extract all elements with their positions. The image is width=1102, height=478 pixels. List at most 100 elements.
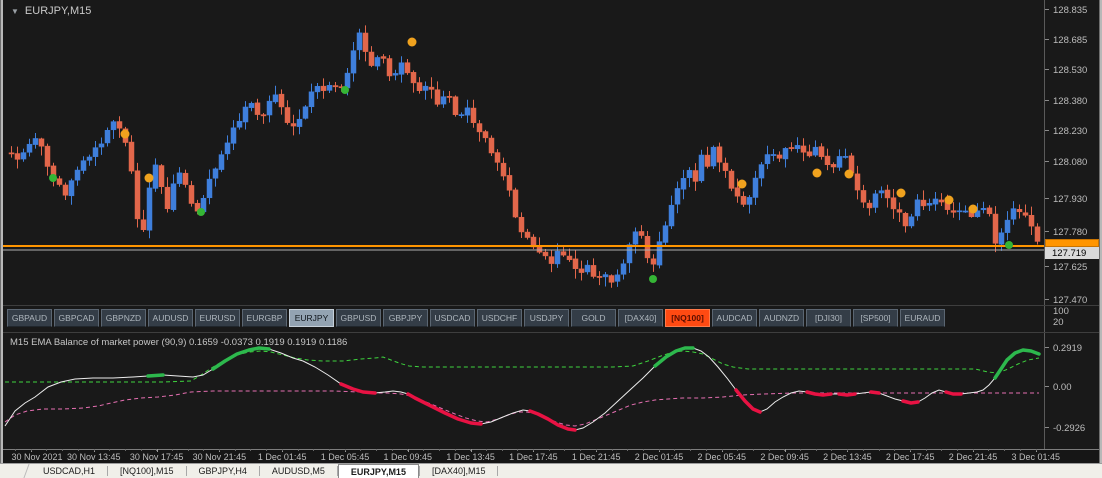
time-axis-label: 1 Dec 17:45 [509,452,558,462]
candle [458,112,465,119]
candle [242,101,249,130]
indicator-pane[interactable]: M15 EMA Balance of market power (90,9) 0… [3,332,1099,449]
candle [434,81,441,107]
symbol-button-eurgbp[interactable]: EURGBP [242,309,287,327]
symbol-button-dji30[interactable]: [DJI30] [806,309,851,327]
candle [62,182,69,201]
candle [428,77,435,99]
time-axis-minor-tick [784,449,785,451]
symbol-button-nq100[interactable]: [NQ100] [665,309,710,327]
time-axis-minor-tick [313,449,314,451]
symbol-button-gold[interactable]: GOLD [571,309,616,327]
time-axis-minor-tick [549,449,550,451]
time-axis-label: 30 Nov 2021 [11,452,63,462]
chart-tab-usdcad-h1[interactable]: USDCAD,H1 [31,464,107,478]
symbol-button-eurusd[interactable]: EURUSD [195,309,240,327]
candle [380,54,387,64]
time-axis-minor-tick [753,449,754,451]
time-axis-minor-tick [360,449,361,451]
symbol-button-usdchf[interactable]: USDCHF [477,309,522,327]
mt4-terminal-window: ▼ EURJPY,M15 128.835 128.685 128.530 128.38… [0,0,1102,478]
mini-scale-axis: 100 20 [1044,306,1099,332]
symbol-button-gbpaud[interactable]: GBPAUD [7,309,52,327]
indicator-bear-segment [944,390,963,396]
candle [566,248,573,262]
time-axis-minor-tick [282,449,283,451]
candle [404,58,411,75]
symbol-button-usdjpy[interactable]: USDJPY [524,309,569,327]
price-tick-label: 127.930 [1044,194,1088,205]
time-axis-minor-tick [769,449,770,451]
candle [278,89,285,115]
chart-tab-eurjpy-m15[interactable]: EURJPY,M15 [337,464,419,478]
candle [1016,204,1023,219]
candle [908,213,915,229]
chart-tab-audusd-m5[interactable]: AUDUSD,M5 [260,464,337,478]
candle [104,127,111,147]
candle [464,99,471,123]
time-axis-minor-tick [423,449,424,451]
symbol-button-audcad[interactable]: AUDCAD [712,309,757,327]
candle [578,260,585,281]
candle [698,149,705,183]
sell-signal-dot [737,179,747,189]
mini-scale-100: 100 [1053,306,1069,317]
symbol-button-usdcad[interactable]: USDCAD [430,309,475,327]
time-axis-label: 1 Dec 01:45 [257,452,307,462]
candle [374,55,381,71]
candle [446,91,453,103]
tab-bar-leading-edge [0,464,30,478]
indicator-tick-label: 0.2919 [1044,343,1083,354]
symbol-button-gbpnzd[interactable]: GBPNZD [101,309,146,327]
symbol-button-audusd[interactable]: AUDUSD [148,309,193,327]
candle [752,170,759,206]
time-axis-minor-tick [643,449,644,451]
price-tick-label: 128.835 [1044,5,1088,16]
indicator-axis[interactable]: 0.2919 0.00 -0.2926 [1044,333,1099,449]
candle [938,193,945,207]
candle [1004,211,1011,241]
price-axis[interactable]: 128.835 128.685 128.530 128.380 128.230 128.0… [1044,0,1099,306]
time-axis-minor-tick [674,449,675,451]
symbol-button-gbpjpy[interactable]: GBPJPY [383,309,428,327]
time-axis[interactable]: 30 Nov 2021 30 Nov 13:45 30 Nov 17:45 30 No… [3,449,1099,463]
candle [854,165,861,200]
indicator-bear-segment [869,390,881,395]
time-axis-minor-tick [439,449,440,451]
chart-tab--dax40--m15[interactable]: [DAX40],M15 [420,464,498,478]
time-axis-minor-tick [627,449,628,451]
current-price-box: 127.719 [1045,247,1099,259]
candle [998,228,1005,251]
time-axis-minor-tick [706,449,707,451]
main-chart-pane[interactable]: ▼ EURJPY,M15 128.835 128.685 128.530 128.38… [3,0,1099,306]
candle [716,142,723,173]
symbol-button-eurjpy[interactable]: EURJPY [289,309,334,327]
time-axis-minor-tick [737,449,738,451]
triangle-down-icon[interactable]: ▼ [11,7,19,16]
indicator-plot[interactable] [3,333,1044,449]
candle [680,169,687,200]
symbol-button-sp500[interactable]: [SP500] [853,309,898,327]
symbol-button-gbpcad[interactable]: GBPCAD [54,309,99,327]
candlestick-plot[interactable] [3,0,1044,305]
candle [80,156,87,174]
candle [710,145,717,170]
symbol-button-euraud[interactable]: EURAUD [900,309,945,327]
price-tick-label: 128.685 [1044,35,1088,46]
candle [740,191,747,208]
time-axis-minor-tick [973,449,974,451]
chart-tab--nq100--m15[interactable]: [NQ100],M15 [108,464,186,478]
candle [332,81,339,93]
chart-tab-gbpjpy-h4[interactable]: GBPJPY,H4 [187,464,259,478]
candle [272,85,279,104]
symbol-button-gbpusd[interactable]: GBPUSD [336,309,381,327]
candle [878,186,885,199]
time-axis-label: 1 Dec 05:45 [320,452,370,462]
time-axis-minor-tick [203,449,204,451]
candle [542,249,549,260]
indicator-lower-dashed-line [4,390,1039,427]
candle [44,143,51,176]
time-axis-label: 2 Dec 09:45 [760,452,809,462]
symbol-button-dax40[interactable]: [DAX40] [618,309,663,327]
symbol-button-audnzd[interactable]: AUDNZD [759,309,804,327]
